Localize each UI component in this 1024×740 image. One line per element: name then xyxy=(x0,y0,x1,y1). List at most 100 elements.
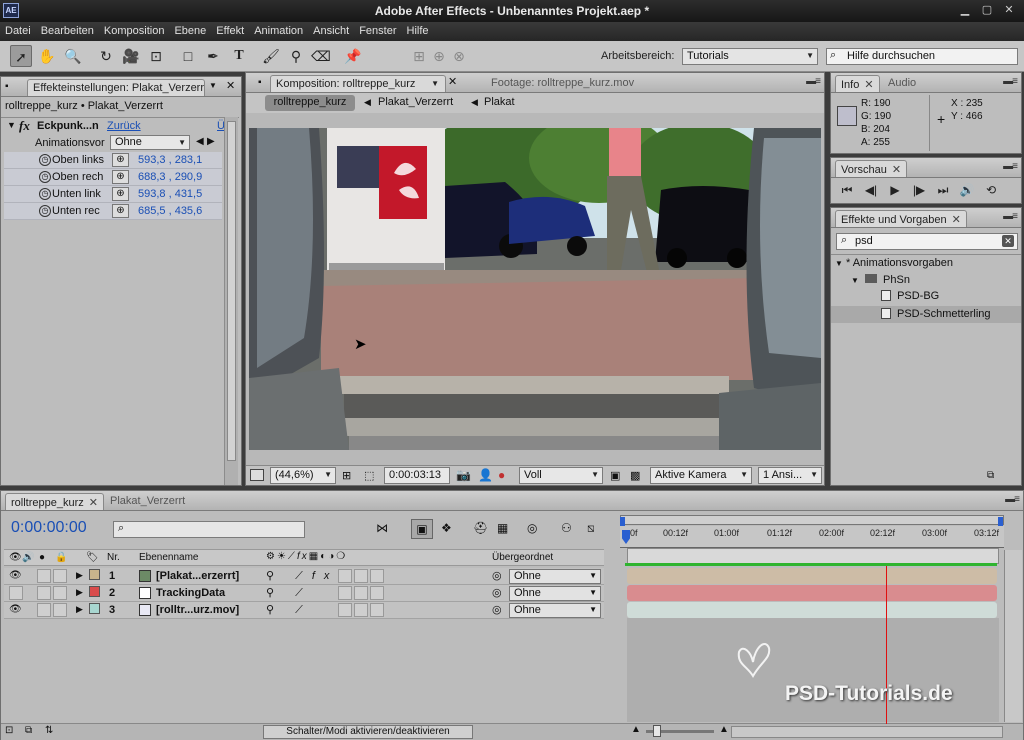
frame-blending-icon[interactable]: ▦ xyxy=(497,521,508,535)
axis-mode-icon[interactable]: ⊞ xyxy=(408,45,430,67)
audio-icon[interactable]: 🔊 xyxy=(22,552,34,563)
tree-item-animation-presets[interactable]: ▼ * Animationsvorgaben xyxy=(835,257,1019,273)
show-snapshot-icon[interactable]: 👤 xyxy=(478,468,493,482)
panel-menu-icon[interactable]: ▬≡ xyxy=(1003,76,1018,87)
menu-animation[interactable]: Animation xyxy=(249,22,308,37)
zoom-select[interactable]: (44,6%) xyxy=(270,467,336,484)
work-area-start-handle[interactable] xyxy=(620,517,625,526)
lock-icon[interactable]: ▪ xyxy=(5,81,9,92)
param-value[interactable]: 685,5 , 435,6 xyxy=(138,205,202,217)
stopwatch-icon[interactable]: ◷ xyxy=(39,171,51,183)
comp-settings-icon[interactable]: ⊡ xyxy=(5,725,13,736)
always-preview-icon[interactable] xyxy=(250,469,264,481)
tab-preview[interactable]: Vorschau ✕ xyxy=(835,160,908,177)
clone-stamp-tool-icon[interactable]: ⚲ xyxy=(285,45,307,67)
camera-tool-icon[interactable]: 🎥 xyxy=(120,45,142,67)
pick-whip-icon[interactable]: ◎ xyxy=(492,603,502,616)
rotate-tool-icon[interactable]: ↻ xyxy=(95,45,117,67)
parent-select[interactable]: Ohne xyxy=(509,603,601,618)
brainstorm-icon[interactable]: ⚇ xyxy=(561,521,572,535)
last-frame-icon[interactable]: ⏭ xyxy=(931,183,955,198)
crumb-rolltreppe[interactable]: rolltreppe_kurz xyxy=(265,95,355,111)
tab-composition[interactable]: Komposition: rolltreppe_kurz ▼ xyxy=(270,75,446,92)
tab-footage[interactable]: Footage: rolltreppe_kurz.mov xyxy=(486,75,639,92)
expand-icon[interactable]: ▶ xyxy=(76,570,83,581)
expand-icon[interactable]: ▼ xyxy=(851,276,859,285)
crosshair-icon[interactable]: ⊕ xyxy=(112,153,129,167)
solo-icon[interactable]: ● xyxy=(39,552,45,563)
close-icon[interactable]: ✕ xyxy=(864,79,873,91)
menu-fenster[interactable]: Fenster xyxy=(354,22,401,37)
help-search-input[interactable]: ⌕ Hilfe durchsuchen xyxy=(826,48,1018,65)
loop-icon[interactable]: ⟲ xyxy=(979,183,1003,197)
safe-margins-icon[interactable]: ⊞ xyxy=(342,469,351,482)
next-preset-icon[interactable]: ▶ xyxy=(207,136,215,147)
switch-box[interactable] xyxy=(354,569,368,583)
switch-box[interactable] xyxy=(354,586,368,600)
view-layout-select[interactable]: 1 Ansi... xyxy=(758,467,822,484)
tab-dropdown-icon[interactable]: ▼ xyxy=(431,79,439,88)
clear-search-icon[interactable]: ✕ xyxy=(1002,235,1014,247)
layer-name-header[interactable]: Ebenenname xyxy=(139,552,199,563)
tab-timeline-plakat[interactable]: Plakat_Verzerrt xyxy=(105,493,190,510)
workspace-select[interactable]: Tutorials xyxy=(682,48,818,65)
label-icon[interactable]: 🏷 xyxy=(86,552,99,563)
pan-behind-tool-icon[interactable]: ⊡ xyxy=(145,45,167,67)
current-time-display[interactable]: 0:00:00:00 xyxy=(11,519,87,537)
close-icon[interactable]: ✕ xyxy=(448,75,457,88)
label-color[interactable] xyxy=(89,603,100,614)
graph-editor-icon[interactable]: ⧅ xyxy=(587,521,595,536)
live-update-icon[interactable]: ▣ xyxy=(411,519,433,539)
solo-toggle[interactable] xyxy=(37,586,51,600)
close-icon[interactable]: ✕ xyxy=(89,497,98,509)
param-value[interactable]: 688,3 , 290,9 xyxy=(138,171,202,183)
parent-select[interactable]: Ohne xyxy=(509,569,601,584)
param-row-bottom-left[interactable]: ◷ Unten link ⊕ 593,8 , 431,5 xyxy=(4,186,222,203)
layer-name[interactable]: TrackingData xyxy=(156,587,225,599)
switch-box[interactable] xyxy=(370,603,384,617)
panel-menu-icon[interactable]: ▬≡ xyxy=(1005,494,1020,505)
menu-ebene[interactable]: Ebene xyxy=(169,22,211,37)
tree-item-psd-schmetterling[interactable]: PSD-Schmetterling xyxy=(831,306,1021,323)
param-row-bottom-right[interactable]: ◷ Unten rec ⊕ 685,5 , 435,6 xyxy=(4,203,222,220)
stopwatch-icon[interactable]: ◷ xyxy=(39,205,51,217)
stopwatch-icon[interactable]: ◷ xyxy=(39,188,51,200)
hide-shy-layers-icon[interactable]: ⛑ xyxy=(473,521,488,535)
tab-effects-presets[interactable]: Effekte und Vorgaben ✕ xyxy=(835,210,967,227)
prev-frame-icon[interactable]: ◀| xyxy=(859,183,883,197)
layer-switches[interactable]: ⚲ ⟋fx xyxy=(266,569,338,583)
resolution-select[interactable]: Voll xyxy=(519,467,603,484)
layer-name[interactable]: [Plakat...erzerrt] xyxy=(156,570,239,582)
menu-effekt[interactable]: Effekt xyxy=(211,22,249,37)
lock-toggle[interactable] xyxy=(53,569,67,583)
tab-info[interactable]: Info ✕ xyxy=(835,75,880,92)
world-axis-icon[interactable]: ⊕ xyxy=(428,45,450,67)
reset-link[interactable]: Zurück xyxy=(107,120,141,132)
param-row-top-right[interactable]: ◷ Oben rech ⊕ 688,3 , 290,9 xyxy=(4,169,222,186)
expand-modes-icon[interactable]: ⧉ xyxy=(25,725,32,736)
label-color[interactable] xyxy=(89,569,100,580)
work-area-end-handle[interactable] xyxy=(998,517,1003,526)
pick-whip-icon[interactable]: ◎ xyxy=(492,586,502,599)
expand-icon[interactable]: ▶ xyxy=(76,604,83,615)
minimize-icon[interactable]: ▁ xyxy=(956,3,974,18)
scrollbar-thumb[interactable] xyxy=(227,121,236,461)
puppet-pin-tool-icon[interactable]: 📌 xyxy=(342,45,364,67)
region-of-interest-icon[interactable]: ▣ xyxy=(610,469,620,482)
layer-bar-1[interactable] xyxy=(627,568,997,584)
comp-marker-track[interactable] xyxy=(627,548,999,564)
parent-select[interactable]: Ohne xyxy=(509,586,601,601)
audio-icon[interactable]: 🔊 xyxy=(955,183,979,197)
pick-whip-icon[interactable]: ◎ xyxy=(492,569,502,582)
camera-select[interactable]: Aktive Kamera xyxy=(650,467,752,484)
param-value[interactable]: 593,3 , 283,1 xyxy=(138,154,202,166)
tab-dropdown-icon[interactable]: ▼ xyxy=(209,81,217,90)
switch-box[interactable] xyxy=(354,603,368,617)
layer-switches[interactable]: ⚲ ⟋ xyxy=(266,586,312,600)
first-frame-icon[interactable]: ⏮ xyxy=(835,183,859,198)
layer-bar-2[interactable] xyxy=(627,585,997,601)
eye-icon[interactable]: 👁 xyxy=(9,604,22,615)
eye-icon[interactable]: 👁 xyxy=(9,570,22,581)
new-preset-icon[interactable]: ⧉ xyxy=(987,470,994,481)
solo-toggle[interactable] xyxy=(37,569,51,583)
